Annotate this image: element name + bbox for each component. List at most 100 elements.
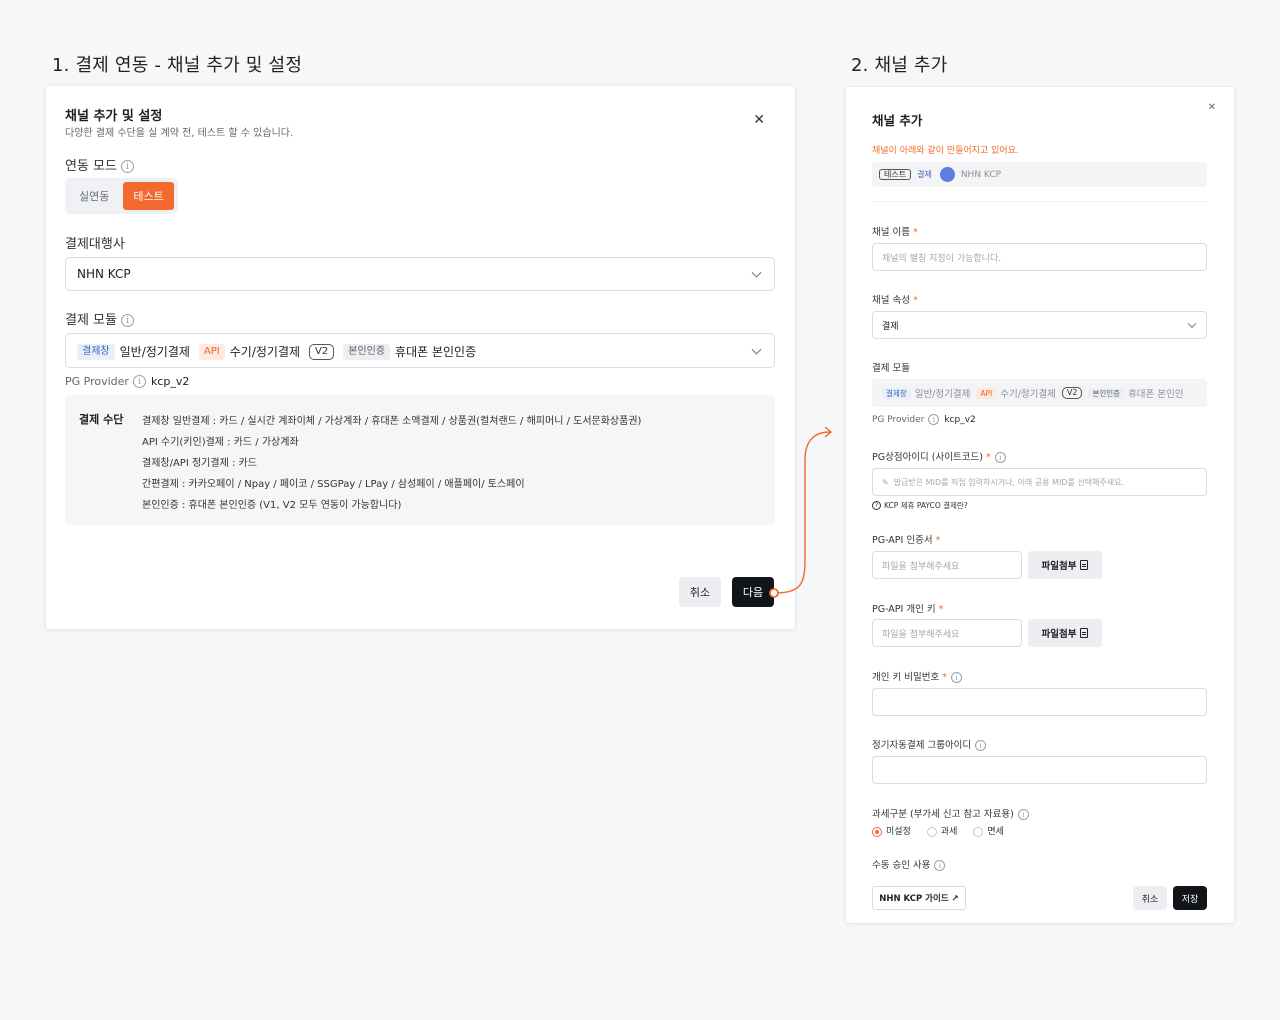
pg-logo-icon <box>939 167 955 182</box>
tax-label: 과세구분 (부가세 신고 참고 자료용) i <box>872 806 1029 820</box>
add-channel-modal: 채널 추가 ✕ 채널이 아래와 같이 만들어지고 있어요. 테스트 결제 NHN… <box>846 87 1234 923</box>
file-icon <box>1080 560 1089 570</box>
module-text: 일반/정기결제 <box>914 389 971 400</box>
module-select[interactable]: 결제창 일반/정기결제 API 수기/정기결제 V2 본인인증 휴대폰 본인인증 <box>65 333 775 368</box>
module-version-tag: V2 <box>309 343 335 360</box>
pg-provider-row: PG Provider i kcp_v2 <box>872 414 976 425</box>
pg-label: 결제대행사 <box>65 237 125 252</box>
pg-provider-value: kcp_v2 <box>150 375 190 388</box>
key-password-input[interactable] <box>872 688 1207 716</box>
tax-option-taxable[interactable]: 과세 <box>926 824 957 837</box>
step2-title: 2. 채널 추가 <box>851 55 948 76</box>
cancel-button[interactable]: 취소 <box>679 577 721 607</box>
module-text: 휴대폰 본인인증 <box>395 345 477 359</box>
key-file-input[interactable]: 파일을 첨부해주세요 <box>872 619 1022 647</box>
module-text: 수기/정기결제 <box>1000 389 1056 400</box>
channel-attr-label: 채널 속성 * <box>872 295 918 306</box>
module-tag: 결제창 <box>882 387 911 399</box>
pg-select[interactable]: NHN KCP <box>65 257 775 291</box>
key-label: PG-API 개인 키 * <box>872 604 944 615</box>
payment-methods-title: 결제 수단 <box>79 413 124 426</box>
radio-icon <box>872 826 882 837</box>
info-icon[interactable]: i <box>1017 809 1029 820</box>
payment-method-line: 결제창/API 정기결제 : 카드 <box>142 458 257 469</box>
tax-radio-group: 미설정 과세 면세 <box>872 824 1004 837</box>
preview-type-tag: 결제 <box>917 170 932 179</box>
close-icon[interactable]: ✕ <box>753 113 765 127</box>
pencil-icon: ✎ <box>882 477 889 487</box>
preview-pg-name: NHN KCP <box>960 169 1002 180</box>
modal-title: 채널 추가 <box>872 113 923 128</box>
payment-method-line: 결제창 일반결제 : 카드 / 실시간 계좌이체 / 가상계좌 / 휴대폰 소액… <box>142 416 642 427</box>
modal-title: 채널 추가 및 설정 <box>65 109 163 124</box>
mode-live-button[interactable]: 실연동 <box>69 182 119 210</box>
divider <box>872 201 1207 202</box>
flow-arrow <box>769 426 833 598</box>
module-text: 수기/정기결제 <box>229 345 301 359</box>
group-id-input[interactable] <box>872 756 1207 784</box>
manual-approval-label: 수동 승인 사용 i <box>872 857 946 871</box>
module-tag: 결제창 <box>77 343 115 360</box>
info-icon[interactable]: i <box>132 375 146 388</box>
channel-name-input[interactable]: 채널의 별칭 지정이 가능합니다. <box>872 243 1207 271</box>
module-label: 결제 모듈 <box>872 363 910 374</box>
payment-methods-list: 결제창 일반결제 : 카드 / 실시간 계좌이체 / 가상계좌 / 휴대폰 소액… <box>142 411 641 516</box>
mid-label: PG상점아이디 (사이트코드) * i <box>872 449 1006 463</box>
mid-input[interactable]: ✎ 발급받은 MID를 직접 입력하시거나, 아래 공용 MID를 선택해주세요… <box>872 468 1207 496</box>
pg-provider-label: PG Provider <box>65 375 129 388</box>
mid-help-link[interactable]: ? KCP 제휴 PAYCO 결제란? <box>872 500 968 511</box>
pg-provider-row: PG Provider i kcp_v2 <box>65 375 189 388</box>
module-version-tag: V2 <box>1061 387 1083 399</box>
module-tag: 본인인증 <box>1088 387 1125 399</box>
key-attach-button[interactable]: 파일첨부 <box>1028 619 1102 647</box>
pg-provider-value: kcp_v2 <box>944 414 976 425</box>
tax-option-exempt[interactable]: 면세 <box>973 824 1004 837</box>
info-icon[interactable]: i <box>120 160 134 173</box>
info-icon[interactable]: i <box>928 414 940 425</box>
chevron-down-icon <box>751 344 762 355</box>
info-icon[interactable]: i <box>934 860 946 871</box>
info-icon[interactable]: i <box>120 314 134 327</box>
cert-attach-button[interactable]: 파일첨부 <box>1028 551 1102 579</box>
radio-icon <box>973 826 984 837</box>
cancel-button[interactable]: 취소 <box>1133 886 1167 910</box>
tax-option-none[interactable]: 미설정 <box>872 824 911 837</box>
channel-setup-modal: 채널 추가 및 설정 다양한 결제 수단을 실 계약 전, 테스트 할 수 있습… <box>46 86 795 629</box>
chevron-down-icon <box>1187 319 1197 329</box>
save-button[interactable]: 저장 <box>1173 886 1207 910</box>
notice-text: 채널이 아래와 같이 만들어지고 있어요. <box>872 146 1019 156</box>
info-icon[interactable]: i <box>950 672 962 683</box>
preview-mode-tag: 테스트 <box>879 168 912 181</box>
module-tag: API <box>198 343 225 360</box>
module-text: 휴대폰 본인인 <box>1128 389 1184 400</box>
radio-icon <box>926 826 937 837</box>
module-tag: 본인인증 <box>343 343 391 360</box>
close-icon[interactable]: ✕ <box>1208 103 1216 113</box>
chevron-down-icon <box>751 267 762 278</box>
cert-label: PG-API 인증서 * <box>872 535 941 546</box>
module-tag: API <box>976 387 997 399</box>
mode-label: 연동 모드 i <box>65 155 134 174</box>
mode-test-button[interactable]: 테스트 <box>123 182 174 210</box>
payment-method-line: 간편결제 : 카카오페이 / Npay / 페이코 / SSGPay / LPa… <box>142 479 525 490</box>
kcp-guide-button[interactable]: NHN KCP 가이드 ↗ <box>872 886 966 910</box>
key-password-label: 개인 키 비밀번호 * i <box>872 669 962 683</box>
channel-name-label: 채널 이름 * <box>872 227 918 238</box>
help-icon: ? <box>872 501 881 510</box>
channel-attr-select[interactable]: 결제 <box>872 311 1207 339</box>
mode-toggle: 실연동 테스트 <box>65 178 178 214</box>
file-icon <box>1080 628 1089 638</box>
payment-method-line: API 수기(키인)결제 : 카드 / 가상계좌 <box>142 437 299 448</box>
module-label: 결제 모듈 i <box>65 309 134 328</box>
modal-subtitle: 다양한 결제 수단을 실 계약 전, 테스트 할 수 있습니다. <box>65 128 294 139</box>
step1-title: 1. 결제 연동 - 채널 추가 및 설정 <box>52 55 303 76</box>
payment-method-line: 본인인증 : 휴대폰 본인인증 (V1, V2 모두 연동이 가능합니다) <box>142 500 402 511</box>
module-values: 결제창 일반/정기결제 API 수기/정기결제 V2 본인인증 휴대폰 본인인증 <box>77 343 476 360</box>
channel-attr-value: 결제 <box>882 321 899 332</box>
pg-provider-label: PG Provider <box>872 414 925 425</box>
info-icon[interactable]: i <box>994 452 1006 463</box>
channel-preview: 테스트 결제 NHN KCP <box>872 162 1207 187</box>
module-text: 일반/정기결제 <box>119 345 190 359</box>
info-icon[interactable]: i <box>975 740 987 751</box>
cert-file-input[interactable]: 파일을 첨부해주세요 <box>872 551 1022 579</box>
